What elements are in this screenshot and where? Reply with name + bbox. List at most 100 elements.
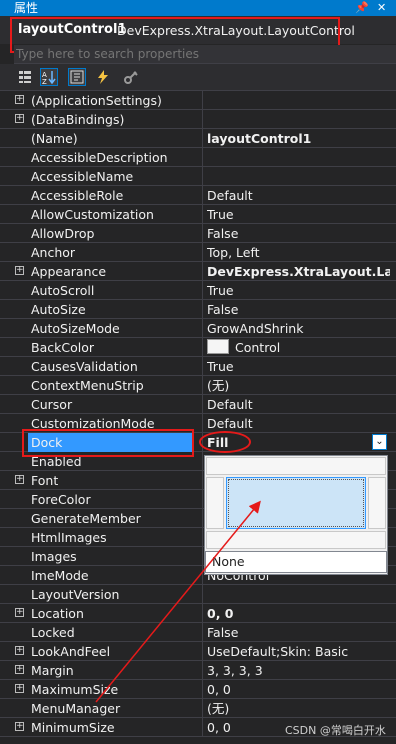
property-pages-icon[interactable] [122,68,140,86]
property-value[interactable]: GrowAndShrink [207,319,390,338]
search-box[interactable] [14,45,396,64]
property-row[interactable]: + LookAndFeel UseDefault;Skin: Basic [0,642,396,661]
property-row[interactable]: + Appearance DevExpress.XtraLayout.LayoutC… [0,262,396,281]
expand-icon[interactable]: + [15,608,24,617]
window-title: 属性 [14,1,39,15]
property-row[interactable]: Anchor Top, Left [0,243,396,262]
property-value[interactable]: (无) [207,376,390,395]
property-value[interactable]: False [207,224,390,243]
dock-option-right[interactable] [368,477,386,529]
property-row[interactable]: + MaximumSize 0, 0 [0,680,396,699]
expand-icon[interactable]: + [15,665,24,674]
property-value[interactable]: Default [207,186,390,205]
expand-icon[interactable]: + [15,475,24,484]
property-value[interactable]: DevExpress.XtraLayout.LayoutControlAppea… [207,262,390,281]
property-value[interactable]: layoutControl1 [207,129,390,148]
object-selector[interactable]: layoutControl1 DevExpress.XtraLayout.Lay… [0,16,396,53]
property-row[interactable]: AllowDrop False [0,224,396,243]
property-value[interactable]: True [207,205,390,224]
property-row[interactable]: AllowCustomization True [0,205,396,224]
property-row[interactable]: (Name) layoutControl1 [0,129,396,148]
property-name: Cursor [31,397,73,412]
property-name: GenerateMember [31,511,141,526]
property-name: Images [31,549,77,564]
expand-icon[interactable]: + [15,722,24,731]
property-name: LookAndFeel [31,644,111,659]
dock-option-left[interactable] [206,477,224,529]
property-name: AutoSizeMode [31,321,120,336]
property-value[interactable]: 0, 0 [207,680,390,699]
expand-icon[interactable]: + [15,266,24,275]
property-row[interactable]: Locked False [0,623,396,642]
property-name: ContextMenuStrip [31,378,144,393]
property-row[interactable]: + (ApplicationSettings) [0,91,396,110]
alphabetical-icon[interactable]: AZ [40,68,58,86]
property-value[interactable]: (无) [207,699,390,718]
properties-icon[interactable] [68,68,86,86]
property-name: AccessibleName [31,169,134,184]
property-row[interactable]: LayoutVersion [0,585,396,604]
property-name: MinimumSize [31,720,115,735]
property-value[interactable]: 3, 3, 3, 3 [207,661,390,680]
property-name: (DataBindings) [31,112,125,127]
property-value[interactable]: UseDefault;Skin: Basic [207,642,390,661]
property-row[interactable]: AutoSize False [0,300,396,319]
expand-icon[interactable]: + [15,646,24,655]
property-value-text: Control [235,340,281,355]
watermark: CSDN @常喝白开水 [285,724,386,737]
dock-option-fill[interactable] [226,477,366,529]
dock-row-annotation [22,429,194,457]
property-name: AutoScroll [31,283,95,298]
property-name: Appearance [31,264,107,279]
dropdown-chevron-icon[interactable]: ⌄ [372,434,387,450]
property-value[interactable]: Default [207,414,390,433]
color-swatch [207,339,229,354]
properties-window-titlebar: 属性 📌 ✕ [0,0,396,16]
dock-option-top[interactable] [206,457,386,475]
property-name: Locked [31,625,75,640]
property-value[interactable]: False [207,300,390,319]
close-icon[interactable]: ✕ [377,0,386,16]
property-name: Location [31,606,84,621]
property-name: AutoSize [31,302,86,317]
property-name: AllowDrop [31,226,95,241]
property-row[interactable]: Cursor Default [0,395,396,414]
property-value[interactable]: Default [207,395,390,414]
categorized-icon[interactable] [16,68,34,86]
property-row[interactable]: AccessibleName [0,167,396,186]
property-row[interactable]: + Margin 3, 3, 3, 3 [0,661,396,680]
property-name: HtmlImages [31,530,107,545]
property-value[interactable]: True [207,281,390,300]
expand-icon[interactable]: + [15,114,24,123]
expand-icon[interactable]: + [15,95,24,104]
dock-value-annotation [199,431,251,453]
property-row[interactable]: AccessibleRole Default [0,186,396,205]
property-row[interactable]: MenuManager (无) [0,699,396,718]
property-row[interactable]: + Location 0, 0 [0,604,396,623]
property-row[interactable]: + (DataBindings) [0,110,396,129]
property-value[interactable]: True [207,357,390,376]
property-row[interactable]: BackColor Control [0,338,396,357]
property-row[interactable]: ContextMenuStrip (无) [0,376,396,395]
property-name: AccessibleRole [31,188,124,203]
expand-icon[interactable]: + [15,684,24,693]
property-row[interactable]: CausesValidation True [0,357,396,376]
property-value[interactable]: 0, 0 [207,604,390,623]
pin-icon[interactable]: 📌 [355,0,369,16]
property-name: ImeMode [31,568,89,583]
property-name: LayoutVersion [31,587,120,602]
property-value[interactable]: Top, Left [207,243,390,262]
property-name: MaximumSize [31,682,119,697]
events-icon[interactable] [94,68,112,86]
property-row[interactable]: AutoScroll True [0,281,396,300]
svg-text:Z: Z [42,78,47,85]
dock-option-none[interactable]: None [205,551,387,573]
search-input[interactable] [14,45,396,63]
property-value[interactable]: Control [207,338,390,357]
property-name: AccessibleDescription [31,150,168,165]
property-value[interactable]: False [207,623,390,642]
property-name: BackColor [31,340,94,355]
property-row[interactable]: AccessibleDescription [0,148,396,167]
dock-option-bottom[interactable] [206,531,386,549]
property-row[interactable]: AutoSizeMode GrowAndShrink [0,319,396,338]
